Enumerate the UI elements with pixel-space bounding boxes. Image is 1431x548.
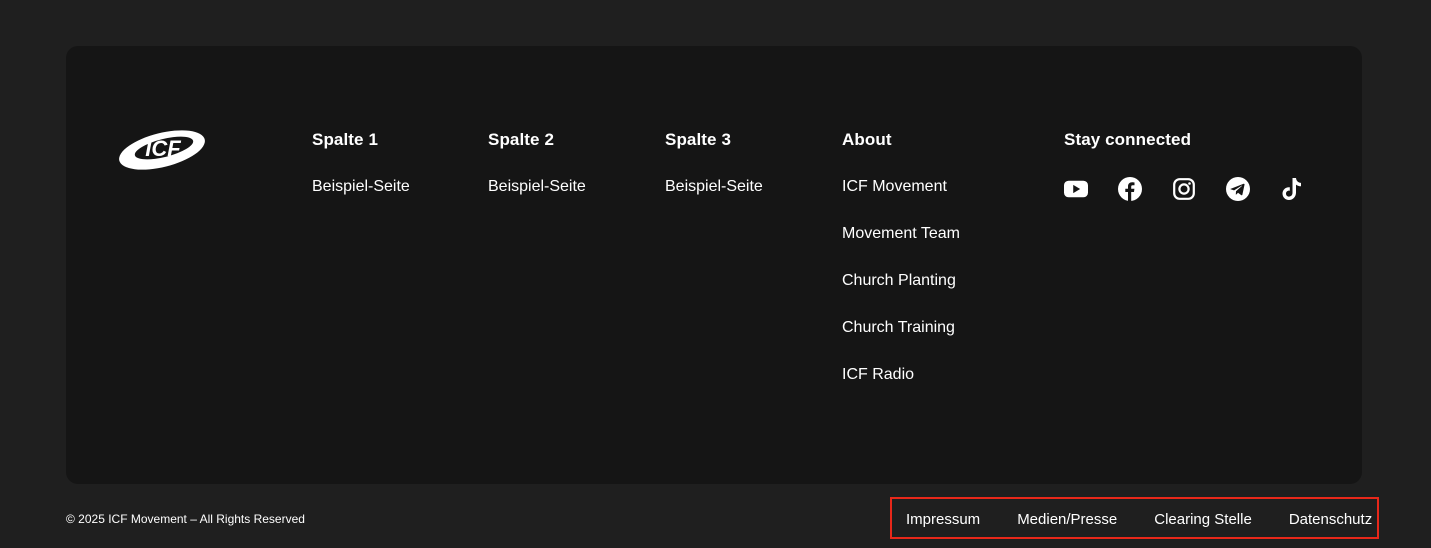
column-heading: About	[842, 130, 892, 149]
link-datenschutz[interactable]: Datenschutz	[1271, 511, 1391, 529]
link-clearing-stelle[interactable]: Clearing Stelle	[1136, 511, 1271, 529]
footer-card: ICF Spalte 1 Beispiel-Seite Spalte 2 Bei…	[66, 46, 1362, 484]
link-impressum[interactable]: Impressum	[892, 511, 999, 529]
footer-link-icf-movement[interactable]: ICF Movement	[842, 177, 960, 224]
footer-column-1: Spalte 1 Beispiel-Seite	[312, 130, 410, 224]
telegram-icon[interactable]	[1226, 177, 1250, 201]
column-heading: Spalte 2	[488, 130, 554, 149]
footer-link-icf-radio[interactable]: ICF Radio	[842, 365, 960, 412]
footer-link-church-planting[interactable]: Church Planting	[842, 271, 960, 318]
logo-text: ICF	[145, 136, 181, 161]
tiktok-icon[interactable]	[1280, 177, 1304, 201]
youtube-icon[interactable]	[1064, 177, 1088, 201]
icf-logo[interactable]: ICF	[117, 126, 207, 170]
footer-column-about: About ICF Movement Movement Team Church …	[842, 130, 960, 412]
column-heading: Spalte 1	[312, 130, 378, 149]
social-icons	[1064, 177, 1304, 201]
legal-links-nav: Impressum Medien/Presse Clearing Stelle …	[890, 497, 1379, 539]
instagram-icon[interactable]	[1172, 177, 1196, 201]
footer-column-2: Spalte 2 Beispiel-Seite	[488, 130, 586, 224]
footer-link-movement-team[interactable]: Movement Team	[842, 224, 960, 271]
footer-column-social: Stay connected	[1064, 130, 1304, 201]
copyright-text: © 2025 ICF Movement – All Rights Reserve…	[66, 512, 305, 526]
footer-column-3: Spalte 3 Beispiel-Seite	[665, 130, 763, 224]
footer-link[interactable]: Beispiel-Seite	[312, 177, 410, 224]
column-heading: Spalte 3	[665, 130, 731, 149]
footer-link[interactable]: Beispiel-Seite	[488, 177, 586, 224]
social-heading: Stay connected	[1064, 130, 1192, 149]
footer-link[interactable]: Beispiel-Seite	[665, 177, 763, 224]
facebook-icon[interactable]	[1118, 177, 1142, 201]
footer-link-church-training[interactable]: Church Training	[842, 318, 960, 365]
link-medien-presse[interactable]: Medien/Presse	[999, 511, 1136, 529]
